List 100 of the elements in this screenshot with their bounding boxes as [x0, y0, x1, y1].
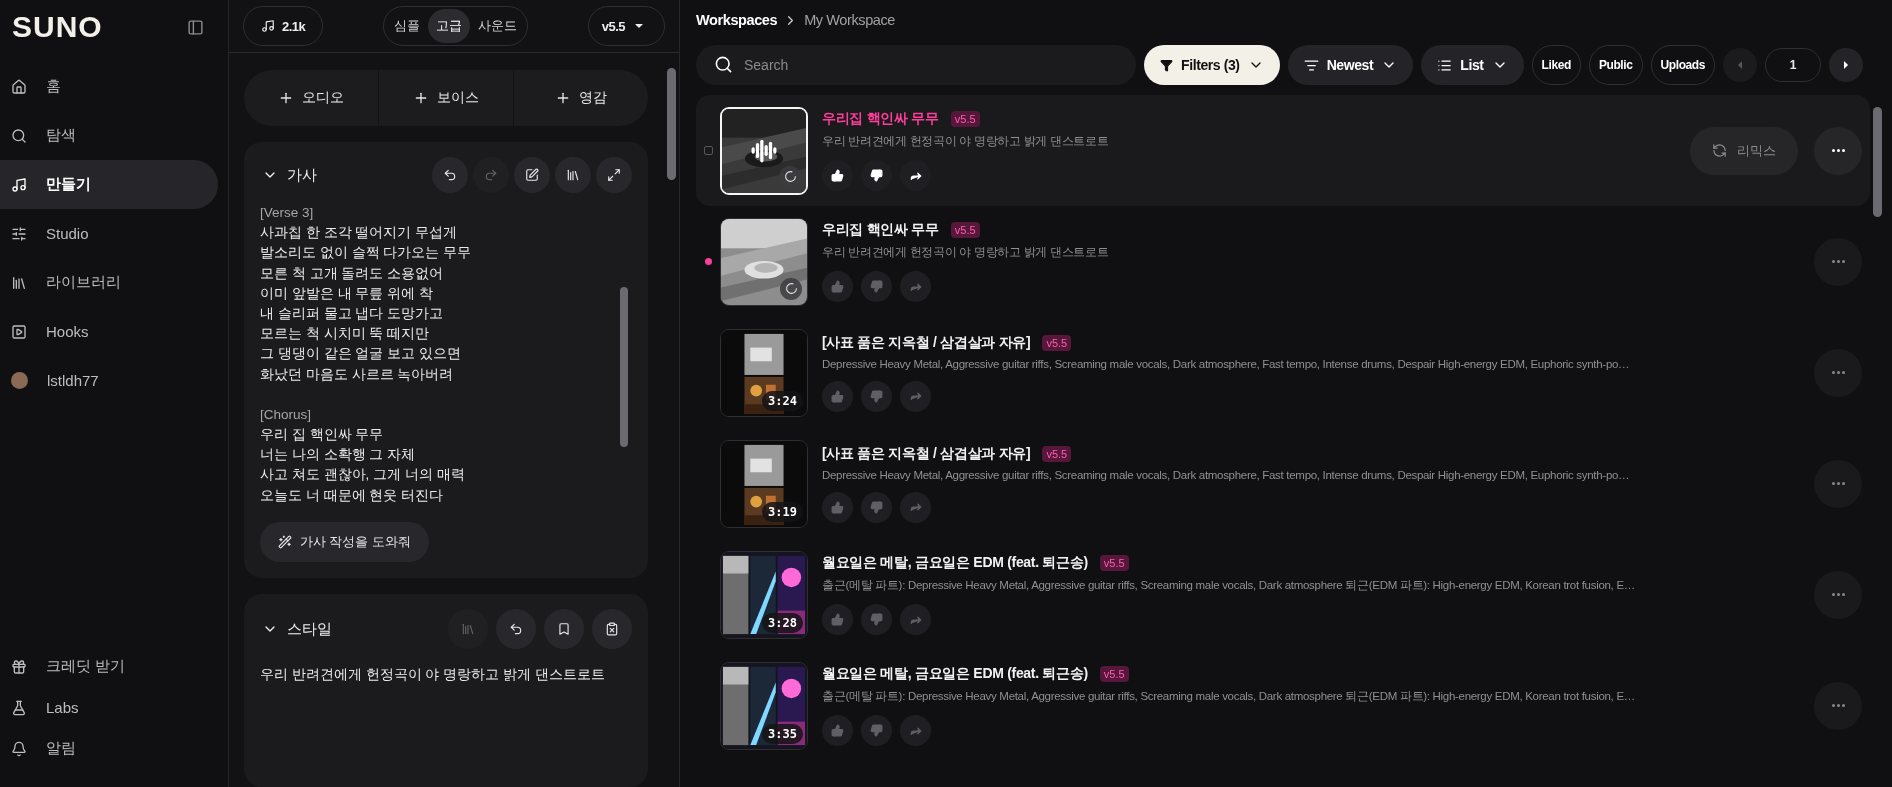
thumbs-up-icon [831, 169, 844, 182]
more-icon [1831, 260, 1845, 263]
add-button[interactable]: 보이스 [379, 70, 514, 126]
nav-item[interactable]: 알림 [0, 728, 218, 769]
play-square-icon [11, 323, 27, 340]
more-icon [1831, 704, 1845, 707]
library-icon [461, 622, 475, 636]
version-tag: v5.5 [1042, 334, 1072, 351]
search-field[interactable]: Search [696, 45, 1136, 85]
nav-item[interactable]: 만들기 [0, 160, 218, 209]
view-button[interactable]: List [1421, 45, 1524, 85]
thumbs-up-icon [831, 280, 844, 293]
thumbs-up-icon [831, 724, 844, 737]
thumbs-down-icon [870, 280, 883, 293]
flask-icon [11, 699, 27, 716]
library-button[interactable] [555, 157, 591, 193]
nav-item[interactable]: 홈 [0, 62, 218, 111]
plus-icon [555, 90, 571, 106]
song-title[interactable]: 우리집 핵인싸 무무 [822, 221, 939, 239]
nav-item[interactable]: 탐색 [0, 111, 218, 160]
lyrics-toggle[interactable]: 가사 [260, 165, 317, 185]
sliders-icon [11, 225, 27, 242]
undo-button[interactable] [432, 157, 468, 193]
thumbs-down-icon [870, 500, 883, 514]
logo: SUNO [12, 10, 103, 44]
avatar [11, 372, 28, 389]
version-tag: v5.5 [1099, 555, 1129, 571]
song-row[interactable]: 우리집 핵인싸 무무 v5.5 우리 반려견에게 헌정곡이 야 명랑하고 밝게 댄스트로트 리믹스 [696, 95, 1870, 206]
nav-item[interactable]: 크레딧 받기 [0, 646, 218, 687]
mode-tab[interactable]: 심플 [386, 9, 428, 43]
song-title[interactable]: [사표 품은 지옥철 / 삼겹살과 자유] [822, 444, 1031, 463]
music-note-icon [11, 176, 27, 193]
gift-icon [11, 658, 27, 675]
filters-button[interactable]: Filters (3) [1144, 45, 1280, 85]
music-note-icon [261, 19, 275, 33]
search-icon [11, 127, 27, 144]
sort-button[interactable]: Newest [1287, 45, 1414, 85]
more-icon [1831, 482, 1845, 485]
search-icon [714, 55, 733, 74]
thumbs-up-icon [831, 500, 844, 514]
expand-icon [607, 168, 621, 182]
nav-item[interactable]: Labs [0, 687, 218, 728]
undo-button[interactable] [496, 609, 536, 649]
song-title[interactable]: 우리집 핵인싸 무무 [822, 110, 939, 128]
share-icon [908, 389, 923, 403]
redo-icon [484, 168, 498, 182]
lyrics-field[interactable]: [Verse 3] 사과칩 한 조각 떨어지기 무섭게 발소리도 없이 슬쩍 다가오는 무무 모른 척 고개 돌려도 소용없어 이미 앞발은 내 무릎 위에 착 내 슬리퍼 물고 냅다 도망가고 모르는 척 시치미 뚝 떼지만 그 댕댕이 같은 얼굴 보고 있으면 화났던 마음도 사르르 녹아버려 [Chorus] 우리 집 핵인싸 무무 너는 나의 소확행 그 자체 사고 쳐도 괜찮아, 그게 너의 매력 오늘도 너 때문에 현웃 터진다 [260, 203, 632, 508]
audio-bars-icon [751, 137, 777, 164]
song-description: Depressive Heavy Metal, Aggressive guitar riffs, Screaming male vocals, Dark atmosphere, Fast tempo, Intense drums, Despair High-energy EDM, Euphoric synth-po… [822, 357, 1631, 370]
nav-item[interactable]: lstldh77 [0, 356, 218, 405]
song-description: 우리 반려견에게 헌정곡이 야 명랑하고 밝게 댄스트로트 [822, 245, 1110, 260]
like-button[interactable] [822, 160, 853, 191]
breadcrumb-link[interactable]: Workspaces [696, 12, 778, 28]
more-icon [1831, 149, 1845, 152]
nav-item[interactable]: Studio [0, 209, 218, 258]
bookmark-button[interactable] [544, 609, 584, 649]
lyrics-helper-button[interactable]: 가사 작성을 도와줘 [260, 522, 429, 562]
edit-button[interactable] [514, 157, 550, 193]
more-icon [1831, 593, 1845, 596]
mode-tab[interactable]: 사운드 [470, 9, 525, 43]
clear-icon [605, 622, 619, 636]
more-icon [1831, 371, 1845, 374]
sidebar-toggle-icon[interactable] [187, 18, 204, 36]
thumbs-down-icon [870, 389, 883, 403]
mode-tab[interactable]: 고급 [428, 9, 470, 43]
add-button[interactable]: 영감 [514, 70, 648, 126]
thumbs-down-icon [870, 724, 883, 737]
checkbox[interactable] [703, 146, 713, 155]
breadcrumb-link[interactable]: My Workspace [804, 12, 895, 28]
dislike-button[interactable] [861, 160, 892, 191]
song-title[interactable]: 월요일은 메탈, 금요일은 EDM (feat. 퇴근송) [822, 665, 1088, 683]
bookmark-icon [557, 622, 571, 636]
version-tag: v5.5 [1099, 666, 1129, 682]
plus-icon [278, 90, 294, 106]
bell-icon [11, 740, 27, 757]
version-tag: v5.5 [1042, 445, 1072, 462]
sort-lines-icon [1303, 57, 1319, 73]
style-field[interactable]: 우리 반려견에게 헌정곡이 야 명랑하고 밝게 댄스트로트 [260, 666, 632, 684]
magic-wand-icon [278, 535, 292, 549]
clear-button[interactable] [592, 609, 632, 649]
share-icon [908, 500, 923, 514]
share-button[interactable] [900, 160, 931, 191]
home-icon [11, 78, 27, 95]
undo-icon [443, 168, 457, 182]
style-toggle[interactable]: 스타일 [260, 619, 332, 639]
nav-item[interactable]: Hooks [0, 307, 218, 356]
nav-item[interactable]: 라이브러리 [0, 258, 218, 307]
song-title[interactable]: [사표 품은 지옥철 / 삼겹살과 자유] [822, 333, 1031, 352]
add-button[interactable]: 오디오 [244, 70, 379, 126]
edit-icon [525, 168, 539, 182]
library-icon [566, 168, 580, 182]
thumbs-down-icon [870, 169, 883, 182]
undo-icon [509, 622, 523, 636]
song-title[interactable]: 월요일은 메탈, 금요일은 EDM (feat. 퇴근송) [822, 554, 1088, 572]
expand-button[interactable] [596, 157, 632, 193]
remix-button[interactable]: 리믹스 [1690, 126, 1798, 175]
funnel-icon [1160, 58, 1173, 72]
thumbs-down-icon [870, 613, 883, 626]
refresh-icon [1712, 143, 1727, 158]
song-description: 출근(메탈 파트): Depressive Heavy Metal, Aggressive guitar riffs, Screaming male vocals, Dark atmosphere 퇴근(EDM 파트): High-energy EDM, Korean trot fusion, E… [822, 578, 1636, 593]
